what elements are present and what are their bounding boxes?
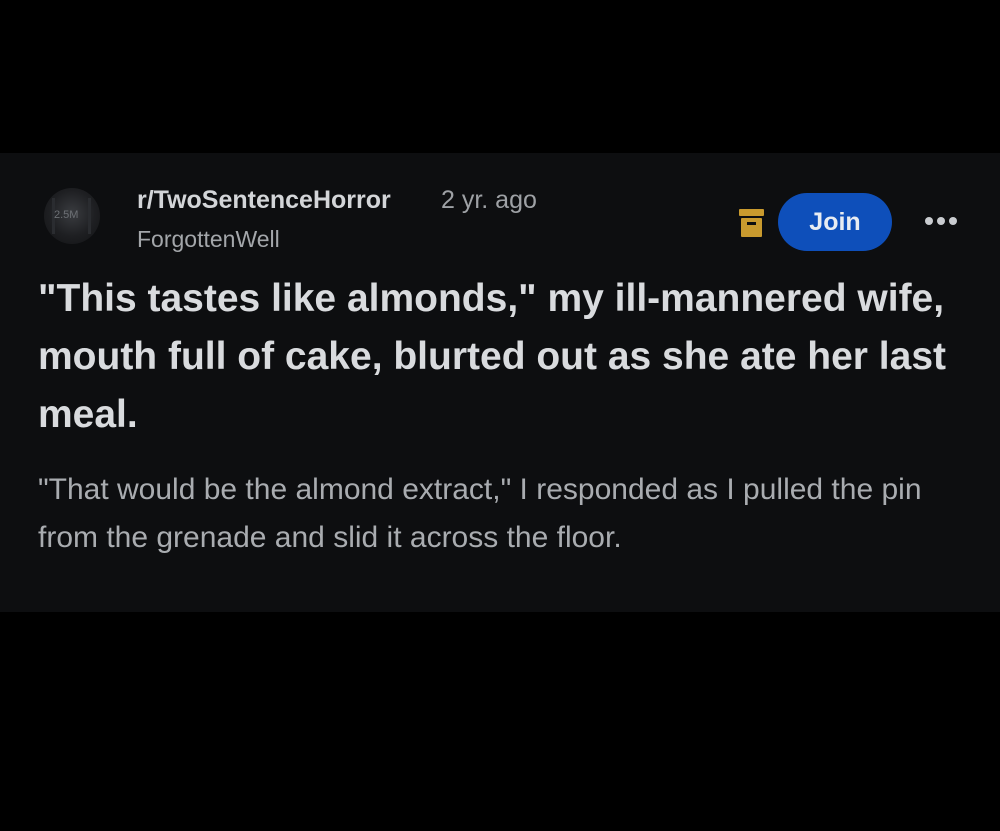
screenshot-page: 2.5M r/TwoSentenceHorror 2 yr. ago Forgo…: [0, 0, 1000, 831]
join-button[interactable]: Join: [778, 193, 892, 251]
post-body: "That would be the almond extract," I re…: [38, 473, 922, 554]
save-icon[interactable]: [738, 208, 765, 238]
save-bookmark-icon: [739, 209, 764, 237]
avatar-decoration: [88, 198, 91, 234]
more-options-button[interactable]: [920, 206, 962, 236]
post-timestamp: 2 yr. ago: [441, 186, 537, 214]
post-title[interactable]: "This tastes like almonds," my ill-manne…: [38, 270, 978, 444]
subreddit-link[interactable]: r/TwoSentenceHorror: [137, 186, 391, 215]
author-link[interactable]: ForgottenWell: [137, 226, 280, 253]
subreddit-avatar[interactable]: 2.5M: [44, 188, 100, 244]
more-options-icon: [925, 217, 957, 225]
avatar-label: 2.5M: [54, 209, 79, 221]
